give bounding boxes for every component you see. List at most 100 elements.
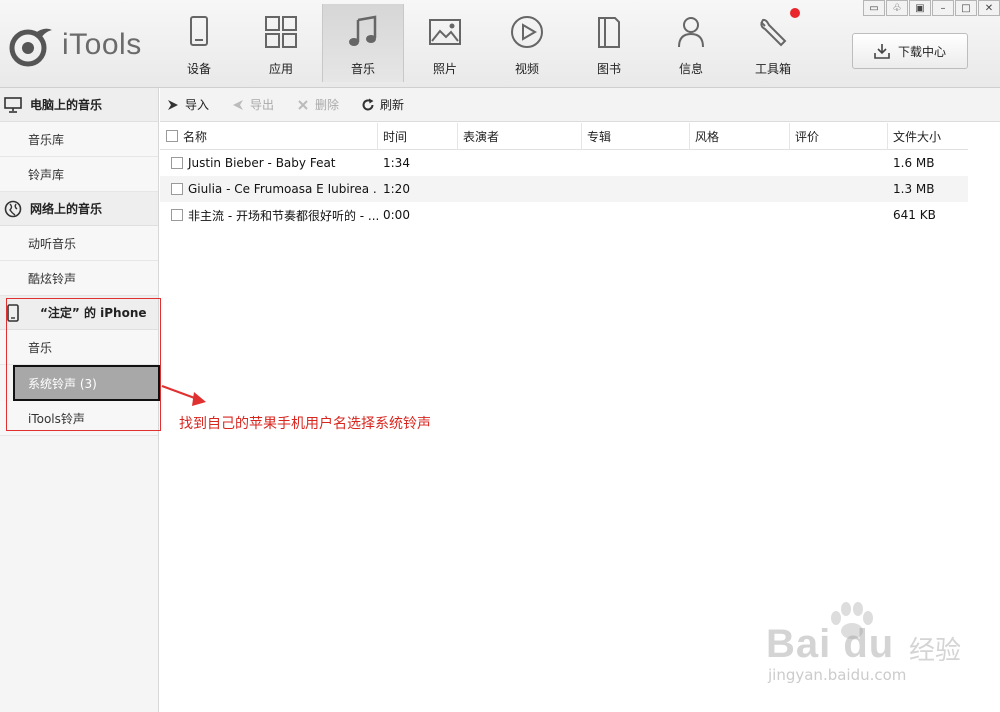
import-button[interactable]: 导入 <box>166 96 209 113</box>
delete-icon <box>298 99 308 110</box>
refresh-icon <box>362 98 374 110</box>
row-album <box>582 176 690 202</box>
sidebar-section-iphone[interactable]: “注定” 的 iPhone <box>0 296 158 330</box>
refresh-button[interactable]: 刷新 <box>361 96 404 113</box>
row-checkbox[interactable] <box>171 209 183 221</box>
refresh-label: 刷新 <box>380 98 405 112</box>
download-icon <box>874 44 890 59</box>
export-button[interactable]: 导出 <box>231 96 274 113</box>
column-name-label: 名称 <box>183 129 208 144</box>
annotation-arrow-icon <box>161 385 206 406</box>
itools-logo-icon <box>8 22 54 68</box>
row-artist <box>458 150 582 176</box>
computer-icon <box>4 96 22 114</box>
column-name[interactable]: 名称 <box>160 122 378 150</box>
nav-book-label: 图书 <box>596 62 621 76</box>
table-row[interactable]: Justin Bieber - Baby Feat 1:34 1.6 MB <box>160 150 968 176</box>
nav-book[interactable]: 图书 <box>568 4 650 82</box>
row-album <box>582 202 690 228</box>
row-name: 非主流 - 开场和节奏都很好听的 - ... <box>188 208 378 223</box>
nav-photo[interactable]: 照片 <box>404 4 486 82</box>
row-style <box>690 176 790 202</box>
nav-apps-label: 应用 <box>268 62 293 76</box>
sidebar-item-music-library[interactable]: 音乐库 <box>0 122 158 157</box>
table-row[interactable]: Giulia - Ce Frumoasa E Iubirea ... 1:20 … <box>160 176 968 202</box>
row-checkbox[interactable] <box>171 183 183 195</box>
sidebar-section-title: 网络上的音乐 <box>30 202 103 216</box>
row-time: 1:20 <box>383 182 410 196</box>
baidu-watermark: Bai du 经验 jingyan.baidu.com <box>766 600 986 690</box>
nav-toolbox[interactable]: 工具箱 <box>732 4 814 82</box>
nav-device[interactable]: 设备 <box>158 4 240 82</box>
window-controls: ▭ ♧ ▣ – □ ✕ <box>862 0 1000 16</box>
row-artist <box>458 202 582 228</box>
export-label: 导出 <box>250 98 275 112</box>
phone-icon <box>4 303 22 322</box>
annotation-text: 找到自己的苹果手机用户名选择系统铃声 <box>179 416 431 432</box>
column-size[interactable]: 文件大小 <box>888 123 968 150</box>
apps-icon <box>265 16 297 48</box>
row-style <box>690 202 790 228</box>
column-rating[interactable]: 评价 <box>790 122 888 150</box>
toolbox-icon <box>760 18 787 47</box>
row-album <box>582 150 690 176</box>
row-size: 641 KB <box>893 208 936 222</box>
row-size: 1.3 MB <box>893 182 935 196</box>
top-navigation-bar: iTools 设备 应用 音乐 照片 视频 图书 信息 工具箱 下载中心 ▭ ♧… <box>0 0 1000 88</box>
column-album[interactable]: 专辑 <box>582 122 690 150</box>
table-header: 名称 时间 表演者 专辑 风格 评价 文件大小 <box>160 122 968 150</box>
row-time: 0:00 <box>383 208 410 222</box>
app-logo-text: iTools <box>62 28 142 61</box>
column-time[interactable]: 时间 <box>378 122 458 150</box>
nav-music[interactable]: 音乐 <box>322 4 404 82</box>
music-table: 名称 时间 表演者 专辑 风格 评价 文件大小 Justin Bieber - … <box>160 122 968 228</box>
watermark-cn: 经验 <box>909 636 962 666</box>
sidebar-section-computer-music[interactable]: 电脑上的音乐 <box>0 88 158 122</box>
row-name: Justin Bieber - Baby Feat <box>188 156 336 170</box>
photo-icon <box>429 19 461 45</box>
column-style[interactable]: 风格 <box>690 122 790 150</box>
main-nav: 设备 应用 音乐 照片 视频 图书 信息 工具箱 <box>158 4 814 84</box>
device-icon <box>190 16 208 46</box>
row-rating <box>790 176 888 202</box>
row-rating <box>790 150 888 176</box>
sidebar-item-itools-ringtones[interactable]: iTools铃声 <box>0 401 158 436</box>
sidebar-item-system-ringtones[interactable]: 系统铃声 (3) <box>13 365 160 401</box>
close-icon[interactable]: ✕ <box>978 0 1000 16</box>
sidebar-section-online-music[interactable]: 网络上的音乐 <box>0 192 158 226</box>
sidebar-item-cool-ringtones[interactable]: 酷炫铃声 <box>0 261 158 296</box>
row-artist <box>458 176 582 202</box>
import-icon <box>168 99 178 110</box>
minimize-icon[interactable]: – <box>932 0 954 16</box>
select-all-checkbox[interactable] <box>166 130 178 142</box>
globe-icon <box>4 200 22 218</box>
table-row[interactable]: 非主流 - 开场和节奏都很好听的 - ... 0:00 641 KB <box>160 202 968 228</box>
notification-badge <box>790 8 800 18</box>
nav-video-label: 视频 <box>514 62 539 76</box>
import-label: 导入 <box>185 98 210 112</box>
nav-info[interactable]: 信息 <box>650 4 732 82</box>
column-artist[interactable]: 表演者 <box>458 122 582 150</box>
maximize-icon[interactable]: □ <box>955 0 977 16</box>
sidebar-item-ringtone-library[interactable]: 铃声库 <box>0 157 158 192</box>
feedback-icon[interactable]: ▭ <box>863 0 885 16</box>
row-checkbox[interactable] <box>171 157 183 169</box>
book-icon <box>598 17 620 48</box>
skin-icon[interactable]: ♧ <box>886 0 908 16</box>
sidebar: 电脑上的音乐 音乐库 铃声库 网络上的音乐 动听音乐 酷炫铃声 “注定” 的 i… <box>0 88 160 712</box>
export-icon <box>233 99 244 110</box>
sidebar-item-online-music[interactable]: 动听音乐 <box>0 226 158 261</box>
delete-button[interactable]: 删除 <box>296 96 339 113</box>
settings-icon[interactable]: ▣ <box>909 0 931 16</box>
app-logo: iTools <box>8 20 158 70</box>
sidebar-item-iphone-music[interactable]: 音乐 <box>0 330 158 365</box>
row-name: Giulia - Ce Frumoasa E Iubirea ... <box>188 182 378 196</box>
person-icon <box>678 17 704 48</box>
row-rating <box>790 202 888 228</box>
watermark-brand: Bai du <box>766 622 895 666</box>
sidebar-section-title: “注定” 的 iPhone <box>40 306 147 320</box>
row-size: 1.6 MB <box>893 156 935 170</box>
nav-apps[interactable]: 应用 <box>240 4 322 82</box>
nav-video[interactable]: 视频 <box>486 4 568 82</box>
download-center-button[interactable]: 下载中心 <box>852 33 968 69</box>
